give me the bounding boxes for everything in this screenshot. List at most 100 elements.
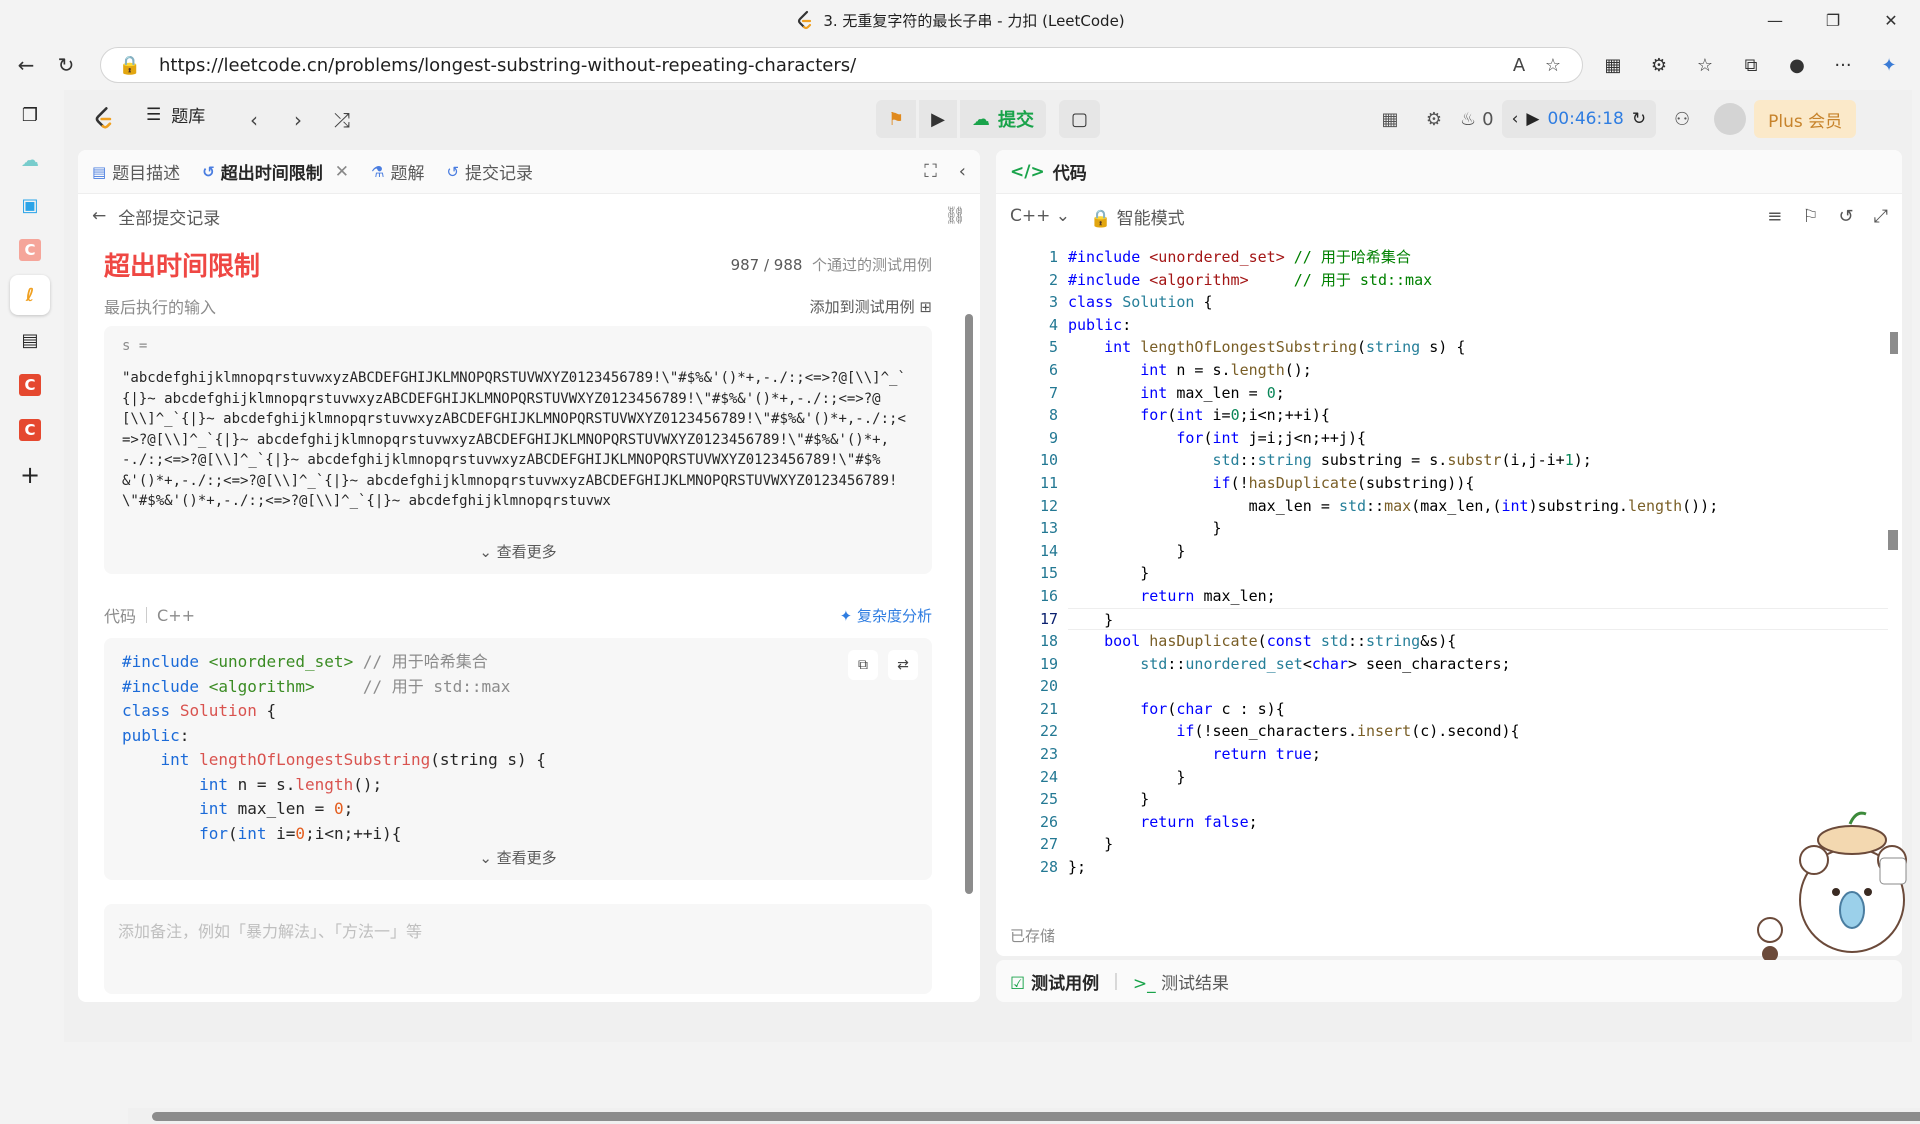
extensions-icon[interactable]: ⚙ <box>1638 46 1680 84</box>
add-friend-icon[interactable]: ⚇ <box>1664 101 1700 137</box>
close-button[interactable]: ✕ <box>1862 0 1920 40</box>
code-lines[interactable]: #include <unordered_set> // 用于哈希集合 #inclu… <box>1068 246 1888 879</box>
qr-code-icon[interactable]: ▦ <box>1592 46 1634 84</box>
problem-list-button[interactable]: ☰ 题库 <box>146 102 205 128</box>
leetcode-tab-icon[interactable]: ℓ <box>10 275 50 315</box>
url-field[interactable]: 🔒 https://leetcode.cn/problems/longest-s… <box>100 47 1583 83</box>
prev-problem-icon[interactable]: ‹ <box>234 102 274 138</box>
language-select[interactable]: C++ ⌄ <box>1010 206 1070 226</box>
notes-button[interactable]: ▢ <box>1058 100 1100 138</box>
code-editor[interactable]: 1 2 3 4 5 6 7 8 9 10 11 12 13 14 15 16 17 18 19 20 21 22 23 24 2… <box>996 246 1902 886</box>
avatar[interactable] <box>1714 103 1747 135</box>
plus-member-button[interactable]: Plus 会员 <box>1754 100 1857 138</box>
code-line[interactable]: #include <unordered_set> // 用于哈希集合 <box>1068 246 1888 269</box>
timer[interactable]: ‹ ▶ 00:46:18 ↻ <box>1501 100 1657 138</box>
back-arrow-icon[interactable]: ← <box>92 206 106 226</box>
swap-icon[interactable]: ⇄ <box>888 650 918 680</box>
code-line[interactable]: int lengthOfLongestSubstring(string s) { <box>1068 336 1888 359</box>
see-more-code-button[interactable]: ⌄ 查看更多 <box>104 847 932 868</box>
tabs-icon[interactable]: ❐ <box>10 95 50 135</box>
settings-gear-icon[interactable]: ⚙ <box>1416 101 1452 137</box>
code-line[interactable]: return max_len; <box>1068 585 1888 608</box>
timer-collapse-icon[interactable]: ‹ <box>1512 109 1519 129</box>
favorites-icon[interactable]: ☆ <box>1684 46 1726 84</box>
expand-icon[interactable]: ⤢ <box>1874 206 1888 227</box>
site-c3-icon[interactable]: C <box>10 410 50 450</box>
bookmark-icon[interactable]: ⚐ <box>1802 206 1818 227</box>
code-line[interactable]: } <box>1068 540 1888 563</box>
tab-time-limit-exceeded[interactable]: ↺ 超出时间限制 ✕ <box>202 159 349 185</box>
cloud-icon[interactable]: ☁ <box>10 140 50 180</box>
tab-solutions[interactable]: ⚗ 题解 <box>371 159 424 185</box>
read-aloud-icon[interactable]: A <box>1502 55 1536 76</box>
site-info-icon[interactable]: 🔒 <box>113 55 147 76</box>
code-line[interactable]: std::string substring = s.substr(i,j-i+1… <box>1068 449 1888 472</box>
back-icon[interactable]: ← <box>6 45 46 85</box>
code-line[interactable]: } <box>1068 766 1888 789</box>
maximize-button[interactable]: ❐ <box>1804 0 1862 40</box>
fullscreen-icon[interactable]: ⛶ <box>924 161 937 182</box>
add-icon[interactable]: + <box>10 455 50 495</box>
leetcode-home-icon[interactable] <box>92 106 116 132</box>
code-line[interactable]: if(!seen_characters.insert(c).second){ <box>1068 720 1888 743</box>
code-line[interactable]: bool hasDuplicate(const std::string&s){ <box>1068 630 1888 653</box>
more-icon[interactable]: ··· <box>1822 46 1864 84</box>
code-line[interactable] <box>1068 675 1888 698</box>
code-line[interactable]: class Solution { <box>1068 291 1888 314</box>
add-testcase-button[interactable]: 添加到测试用例 ⊞ <box>810 296 932 317</box>
debug-button[interactable]: ⚑ <box>876 100 917 138</box>
random-problem-icon[interactable]: ⤮ <box>322 102 362 138</box>
minimize-button[interactable]: — <box>1746 0 1804 40</box>
close-tab-icon[interactable]: ✕ <box>335 162 349 182</box>
collapse-panel-icon[interactable]: ‹ <box>959 161 966 182</box>
scrollbar-thumb[interactable] <box>965 314 973 894</box>
code-line[interactable]: public: <box>1068 314 1888 337</box>
note-input[interactable]: 添加备注，例如「暴力解法」、「方法一」等 <box>104 904 932 994</box>
copy-icon[interactable]: ⧉ <box>848 650 878 680</box>
code-line[interactable]: max_len = std::max(max_len,(int)substrin… <box>1068 495 1888 518</box>
code-line[interactable]: int max_len = 0; <box>1068 382 1888 405</box>
format-icon[interactable]: ≡ <box>1767 206 1782 227</box>
site-c2-icon[interactable]: C <box>10 365 50 405</box>
collections-icon[interactable]: ⧉ <box>1730 46 1772 84</box>
code-line[interactable]: if(!hasDuplicate(substring)){ <box>1068 472 1888 495</box>
code-line[interactable]: #include <algorithm> // 用于 std::max <box>1068 269 1888 292</box>
layout-icon[interactable]: ▦ <box>1372 101 1408 137</box>
site-c1-icon[interactable]: C <box>10 230 50 270</box>
code-line[interactable]: return true; <box>1068 743 1888 766</box>
all-submissions-link[interactable]: 全部提交记录 <box>118 204 220 229</box>
tab-description[interactable]: ▤ 题目描述 <box>92 159 180 185</box>
code-line[interactable]: } <box>1068 562 1888 585</box>
see-more-input-button[interactable]: ⌄ 查看更多 <box>122 541 914 562</box>
complexity-analysis-button[interactable]: ✦ 复杂度分析 <box>840 605 932 626</box>
next-problem-icon[interactable]: › <box>278 102 318 138</box>
code-line[interactable]: for(int j=i;j<n;++j){ <box>1068 427 1888 450</box>
code-line[interactable]: std::unordered_set<char> seen_characters… <box>1068 653 1888 676</box>
line-numbers: 1 2 3 4 5 6 7 8 9 10 11 12 13 14 15 16 17 18 19 20 21 22 23 24 2… <box>996 246 1058 879</box>
favorite-star-icon[interactable]: ☆ <box>1536 55 1570 76</box>
run-button[interactable]: ▶ <box>919 100 957 138</box>
document-icon[interactable]: ▤ <box>10 320 50 360</box>
code-line[interactable]: for(char c : s){ <box>1068 698 1888 721</box>
streak-button[interactable]: ♨ 0 <box>1460 101 1494 137</box>
refresh-icon[interactable]: ↻ <box>46 45 86 85</box>
tab-submissions[interactable]: ↺ 提交记录 <box>446 159 533 185</box>
left-scrollbar[interactable] <box>962 300 974 1000</box>
code-line[interactable]: } <box>1068 607 1888 631</box>
timer-play-icon[interactable]: ▶ <box>1526 109 1539 129</box>
scrollbar-thumb[interactable] <box>152 1112 1920 1121</box>
bilibili-icon[interactable]: ▣ <box>10 185 50 225</box>
code-line[interactable]: } <box>1068 517 1888 540</box>
horizontal-scrollbar[interactable] <box>128 1108 1920 1124</box>
code-line[interactable]: for(int i=0;i<n;++i){ <box>1068 404 1888 427</box>
reset-icon[interactable]: ↺ <box>1839 206 1854 227</box>
code-line[interactable]: int n = s.length(); <box>1068 359 1888 382</box>
tab-testcases[interactable]: ☑ 测试用例 <box>1010 969 1099 994</box>
share-link-icon[interactable]: ⛓ <box>944 206 966 226</box>
tab-test-results[interactable]: >_ 测试结果 <box>1133 969 1229 994</box>
copilot-icon[interactable]: ✦ <box>1868 46 1910 84</box>
smart-mode-toggle[interactable]: 🔒 智能模式 <box>1090 204 1185 229</box>
submit-button[interactable]: ☁ 提交 <box>959 100 1046 138</box>
timer-reset-icon[interactable]: ↻ <box>1632 109 1646 129</box>
profile-icon[interactable]: ● <box>1776 46 1818 84</box>
